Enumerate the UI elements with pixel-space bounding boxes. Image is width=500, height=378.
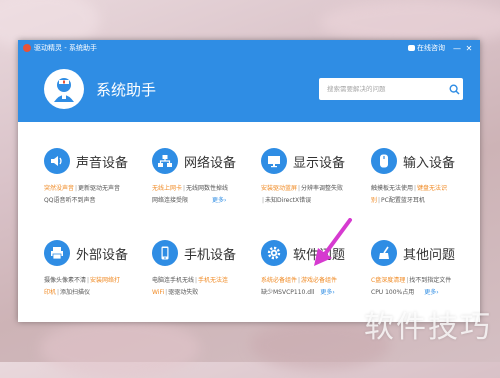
problem-link[interactable]: 安装网络打 (90, 277, 120, 284)
monitor-icon (261, 148, 287, 174)
chat-icon (408, 45, 415, 51)
card-title[interactable]: 外部设备 (76, 244, 128, 263)
card-input-device: 输入设备 触摸板无法使用|键盘无法识 别|PC配置蓝牙耳机 (371, 148, 471, 218)
search-icon[interactable] (445, 78, 463, 100)
problem-link[interactable]: 游戏必备组件 (301, 277, 337, 284)
problem-link[interactable]: 分辨率调整失败 (301, 185, 343, 192)
problem-link[interactable]: 添加扫描仪 (60, 289, 90, 296)
online-consult-link[interactable]: 在线咨询 (408, 43, 445, 53)
problem-link[interactable]: 未知DirectX错误 (265, 197, 311, 204)
problem-link[interactable]: 缺少MSVCP110.dll (261, 289, 314, 296)
keyboard-icon (371, 148, 397, 174)
network-icon (152, 148, 178, 174)
page-title: 系统助手 (96, 80, 157, 99)
card-title[interactable]: 其他问题 (403, 244, 455, 263)
problem-link[interactable]: WiFi (152, 289, 164, 296)
app-logo-icon (23, 44, 31, 52)
problem-link[interactable]: 触摸板无法使用 (371, 185, 413, 192)
problem-link[interactable]: 无线网数性掉线 (186, 185, 228, 192)
card-external-device: 外部设备 摄像头像素不清|安装网络打 印机|添加扫描仪 (44, 240, 144, 310)
more-link[interactable]: 更多› (424, 289, 438, 296)
problem-link[interactable]: 网络连接受限 (152, 197, 188, 204)
problem-categories: 声音设备 突然没声音|更新驱动无声音 QQ语音听不到声音 网络设备 无线上网卡|… (18, 122, 480, 322)
problem-link[interactable]: 无线上网卡 (152, 185, 182, 192)
problem-link[interactable]: 电脑连手机无线 (152, 277, 194, 284)
broom-icon (371, 240, 397, 266)
card-title[interactable]: 声音设备 (76, 152, 128, 171)
card-phone-device: 手机设备 电脑连手机无线|手机无法连 WiFi|驱驱动失败 (152, 240, 252, 310)
header-banner: 系统助手 (18, 56, 480, 122)
card-title[interactable]: 显示设备 (293, 152, 345, 171)
problem-link[interactable]: 别 (371, 197, 377, 204)
card-display-device: 显示设备 安装驱动蓝屏|分辨率调整失败 |未知DirectX错误 (261, 148, 361, 218)
problem-link[interactable]: 更新驱动无声音 (78, 185, 120, 192)
problem-link[interactable]: C盘深度清理 (371, 277, 405, 284)
background-blossom (320, 0, 500, 45)
card-title[interactable]: 网络设备 (184, 152, 236, 171)
background-blossom (40, 318, 200, 378)
phone-icon (152, 240, 178, 266)
card-title[interactable]: 输入设备 (403, 152, 455, 171)
card-network-device: 网络设备 无线上网卡|无线网数性掉线 网络连接受限 更多› (152, 148, 252, 218)
problem-link[interactable]: 找不到指定文件 (409, 277, 451, 284)
annotation-arrow-icon (314, 218, 352, 266)
problem-link[interactable]: QQ语音听不到声音 (44, 197, 95, 204)
problem-link[interactable]: 驱驱动失败 (168, 289, 198, 296)
more-link[interactable]: 更多› (212, 197, 226, 204)
window-title: 驱动精灵 - 系统助手 (34, 44, 97, 52)
problem-link[interactable]: CPU 100%占用 (371, 289, 414, 296)
problem-link[interactable]: 安装驱动蓝屏 (261, 185, 297, 192)
online-consult-label: 在线咨询 (417, 44, 445, 52)
card-other-issue: 其他问题 C盘深度清理|找不到指定文件 CPU 100%占用 更多› (371, 240, 471, 310)
card-sound-device: 声音设备 突然没声音|更新驱动无声音 QQ语音听不到声音 (44, 148, 144, 218)
problem-link[interactable]: 手机无法连 (198, 277, 228, 284)
problem-link[interactable]: 键盘无法识 (417, 185, 447, 192)
problem-link[interactable]: 印机 (44, 289, 56, 296)
problem-link[interactable]: PC配置蓝牙耳机 (381, 197, 425, 204)
speaker-icon (44, 148, 70, 174)
printer-icon (44, 240, 70, 266)
problem-link[interactable]: 摄像头像素不清 (44, 277, 86, 284)
problem-link[interactable]: 系统必备组件 (261, 277, 297, 284)
watermark: 软件技巧 (364, 310, 492, 345)
minimize-button[interactable]: — (451, 44, 463, 53)
search-box (319, 78, 463, 100)
system-assistant-window: 驱动精灵 - 系统助手 在线咨询 — ✕ 系统助手 搜索需要解决的问题 声音设备… (18, 40, 480, 322)
card-title[interactable]: 手机设备 (184, 244, 236, 263)
search-input[interactable] (325, 84, 445, 94)
title-bar: 驱动精灵 - 系统助手 在线咨询 — ✕ (18, 40, 480, 56)
close-button[interactable]: ✕ (463, 44, 475, 53)
problem-link[interactable]: 突然没声音 (44, 185, 74, 192)
gear-icon (261, 240, 287, 266)
assistant-avatar-icon (44, 69, 84, 109)
more-link[interactable]: 更多› (320, 289, 334, 296)
